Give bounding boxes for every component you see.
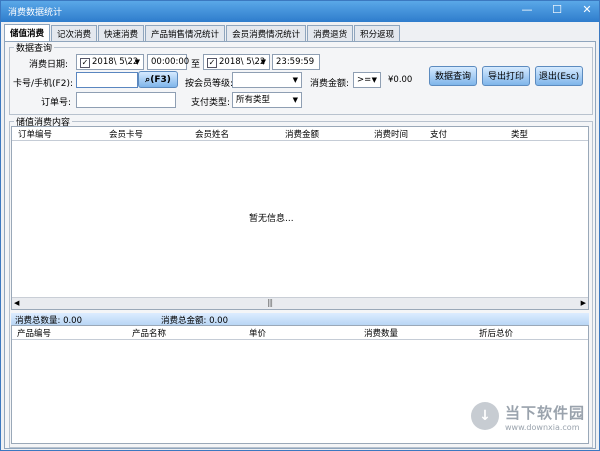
level-label: 按会员等级: — [185, 79, 234, 89]
col-card-no[interactable]: 会员卡号 — [109, 128, 143, 140]
tab-count-consume[interactable]: 记次消费 — [51, 25, 98, 41]
chevron-down-icon: ▼ — [260, 58, 266, 66]
summary-bar: 消费总数量: 0.00 消费总金额: 0.00 — [11, 313, 589, 326]
col-amount[interactable]: 消费金额 — [285, 128, 319, 140]
tab-panel: 数据查询 消费日期: ✓ 2018\ 5\22 ▼ 00:00:00 至 ✓ 2018… — [4, 41, 596, 449]
paytype-label: 支付类型: — [191, 98, 231, 108]
consume-table-header: 订单编号 会员卡号 会员姓名 消费金额 消费时间 支付 类型 — [12, 127, 588, 141]
watermark-logo-icon: ↓ — [470, 402, 499, 430]
col-type[interactable]: 类型 — [511, 128, 528, 140]
date-label: 消费日期: — [29, 60, 69, 70]
exit-button[interactable]: 退出(Esc) — [535, 66, 583, 86]
horizontal-scrollbar[interactable]: ◀ ||| ▶ — [12, 297, 588, 309]
export-print-button[interactable]: 导出打印 — [482, 66, 530, 86]
empty-message: 暂无信息... — [249, 214, 294, 224]
time-from-field[interactable]: 00:00:00 — [147, 54, 189, 70]
tab-bar: 储值消费 记次消费 快速消费 产品销售情况统计 会员消费情况统计 消费退货 积分… — [4, 24, 401, 42]
col-unit-price[interactable]: 单价 — [249, 327, 266, 339]
col-order-no[interactable]: 订单编号 — [18, 128, 52, 140]
order-label: 订单号: — [41, 98, 72, 108]
watermark: ↓ 当下软件园 www.downxia.com — [470, 402, 585, 432]
title-bar: 消费数据统计 — ☐ ✕ — [1, 1, 599, 22]
tab-quick-consume[interactable]: 快速消费 — [98, 25, 145, 41]
card-input[interactable] — [76, 72, 138, 88]
col-product-no[interactable]: 产品编号 — [17, 327, 51, 339]
scroll-right-icon[interactable]: ▶ — [581, 299, 586, 307]
date-from-picker[interactable]: ✓ 2018\ 5\22 ▼ — [76, 54, 144, 70]
date-to-checkbox[interactable]: ✓ — [207, 58, 217, 68]
tab-returns[interactable]: 消费退货 — [307, 25, 354, 41]
card-label: 卡号/手机(F2): — [13, 79, 73, 89]
col-pay[interactable]: 支付 — [430, 128, 447, 140]
consume-table[interactable]: 订单编号 会员卡号 会员姓名 消费金额 消费时间 支付 类型 暂无信息... ◀… — [11, 126, 589, 310]
detail-table-header: 产品编号 产品名称 单价 消费数量 折后总价 — [12, 326, 588, 340]
to-label: 至 — [191, 60, 201, 70]
amount-operator-select[interactable]: >= ▼ — [353, 72, 381, 88]
amount-input[interactable]: ¥0.00 — [384, 72, 422, 88]
tab-member-consume[interactable]: 会员消费情况统计 — [226, 25, 307, 41]
scroll-thumb-grip-icon: ||| — [267, 298, 273, 307]
chevron-down-icon: ▼ — [371, 76, 377, 84]
col-quantity[interactable]: 消费数量 — [364, 327, 398, 339]
watermark-url: www.downxia.com — [504, 423, 580, 432]
chevron-down-icon: ▼ — [292, 96, 298, 104]
query-button[interactable]: 数据查询 — [429, 66, 477, 86]
amount-label: 消费金额: — [310, 79, 350, 89]
col-member-name[interactable]: 会员姓名 — [195, 128, 229, 140]
tab-product-sales[interactable]: 产品销售情况统计 — [145, 25, 226, 41]
tab-points-cashback[interactable]: 积分返现 — [354, 25, 401, 41]
col-time[interactable]: 消费时间 — [374, 128, 408, 140]
detail-table[interactable]: 产品编号 产品名称 单价 消费数量 折后总价 — [11, 325, 589, 444]
chevron-down-icon: ▼ — [134, 58, 140, 66]
paytype-select[interactable]: 所有类型 ▼ — [232, 92, 302, 108]
tab-stored-value[interactable]: 储值消费 — [4, 24, 51, 42]
scroll-left-icon[interactable]: ◀ — [14, 299, 19, 307]
time-to-field[interactable]: 23:59:59 — [272, 54, 320, 70]
col-discount-total[interactable]: 折后总价 — [479, 327, 513, 339]
level-select[interactable]: ▼ — [232, 72, 302, 88]
watermark-name: 当下软件园 — [504, 404, 585, 422]
query-legend: 数据查询 — [16, 44, 53, 54]
app-window: 消费数据统计 — ☐ ✕ 储值消费 记次消费 快速消费 产品销售情况统计 会员消… — [0, 0, 600, 451]
close-button[interactable]: ✕ — [579, 3, 595, 16]
chevron-down-icon: ▼ — [292, 76, 298, 84]
col-product-name[interactable]: 产品名称 — [132, 327, 166, 339]
date-from-checkbox[interactable]: ✓ — [80, 58, 90, 68]
card-search-button[interactable]: ⌕(F3) — [138, 71, 178, 88]
minimize-button[interactable]: — — [519, 3, 535, 16]
window-title: 消费数据统计 — [8, 8, 63, 18]
date-to-picker[interactable]: ✓ 2018\ 5\22 ▼ — [203, 54, 270, 70]
maximize-button[interactable]: ☐ — [549, 3, 565, 16]
order-input[interactable] — [76, 92, 176, 108]
